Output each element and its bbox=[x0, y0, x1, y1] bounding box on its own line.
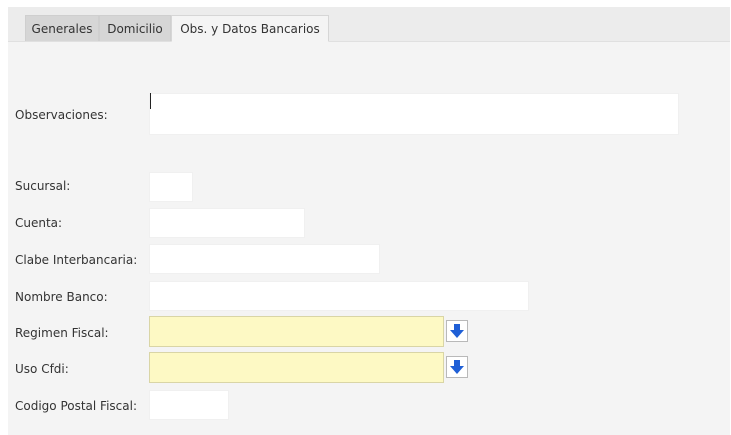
text-caret bbox=[150, 93, 151, 109]
uso-cfdi-lookup-button[interactable] bbox=[446, 356, 468, 378]
cuenta-field[interactable] bbox=[149, 208, 305, 238]
nombre-banco-label: Nombre Banco: bbox=[15, 290, 108, 304]
observaciones-label: Observaciones: bbox=[15, 108, 108, 122]
tab-bar: Generales Domicilio Obs. y Datos Bancari… bbox=[8, 7, 730, 42]
sucursal-field[interactable] bbox=[149, 172, 193, 202]
regimen-fiscal-lookup-button[interactable] bbox=[446, 320, 468, 342]
regimen-fiscal-field[interactable] bbox=[149, 316, 444, 347]
tab-obs-datos-bancarios[interactable]: Obs. y Datos Bancarios bbox=[171, 15, 329, 42]
sucursal-label: Sucursal: bbox=[15, 179, 71, 193]
nombre-banco-field[interactable] bbox=[149, 281, 529, 311]
codigo-postal-fiscal-field[interactable] bbox=[149, 390, 229, 420]
arrow-down-icon bbox=[450, 324, 464, 338]
clabe-label: Clabe Interbancaria: bbox=[15, 253, 138, 267]
tab-generales[interactable]: Generales bbox=[25, 15, 99, 41]
codigo-postal-fiscal-label: Codigo Postal Fiscal: bbox=[15, 399, 137, 413]
uso-cfdi-label: Uso Cfdi: bbox=[15, 362, 69, 376]
uso-cfdi-field[interactable] bbox=[149, 352, 444, 383]
cuenta-label: Cuenta: bbox=[15, 216, 63, 230]
arrow-down-icon bbox=[450, 360, 464, 374]
clabe-field[interactable] bbox=[149, 244, 380, 274]
regimen-fiscal-label: Regimen Fiscal: bbox=[15, 326, 109, 340]
observaciones-field[interactable] bbox=[149, 93, 679, 135]
tab-domicilio[interactable]: Domicilio bbox=[99, 15, 171, 41]
form-panel: Generales Domicilio Obs. y Datos Bancari… bbox=[8, 7, 730, 435]
